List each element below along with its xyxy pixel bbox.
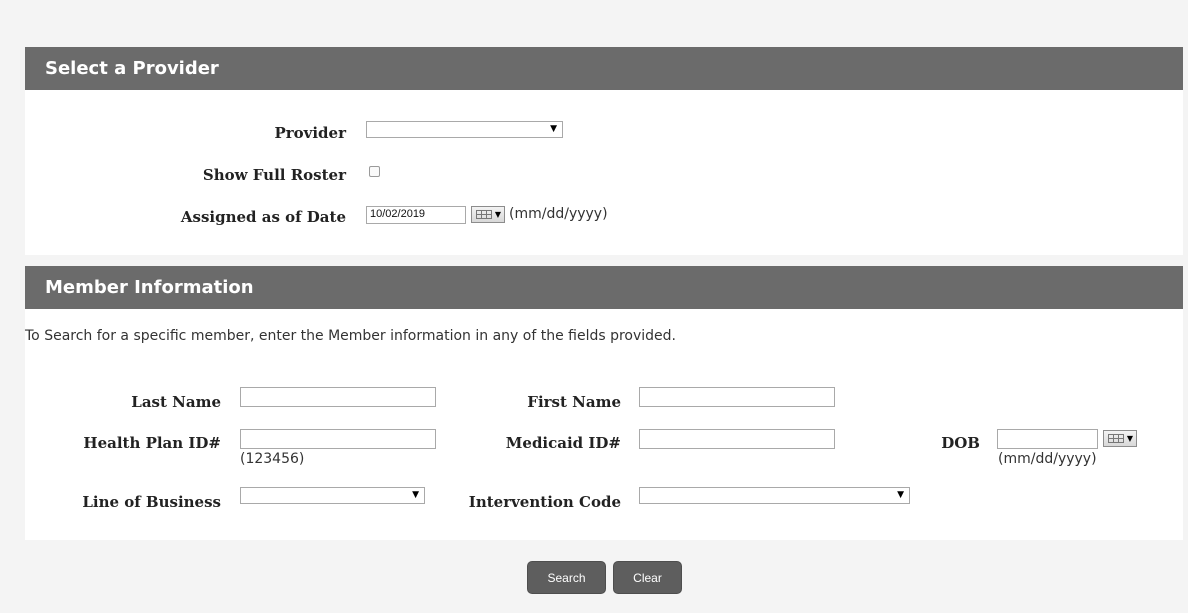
dob-format-hint: (mm/dd/yyyy): [998, 451, 1097, 467]
intervention-code-select[interactable]: ▼: [639, 487, 910, 504]
member-instructions: To Search for a specific member, enter t…: [25, 328, 676, 344]
assigned-date-label: Assigned as of Date: [180, 208, 346, 226]
medicaid-id-input[interactable]: [639, 429, 835, 449]
assigned-date-input[interactable]: 10/02/2019: [366, 206, 466, 224]
line-of-business-label: Line of Business: [82, 493, 221, 511]
assigned-date-calendar-button[interactable]: ▼: [471, 206, 505, 223]
dob-calendar-button[interactable]: ▼: [1103, 430, 1137, 447]
chevron-down-icon: ▼: [897, 490, 904, 500]
provider-select[interactable]: ▼: [366, 121, 563, 138]
health-plan-id-hint: (123456): [240, 451, 305, 467]
clear-button[interactable]: Clear: [613, 561, 682, 594]
chevron-down-icon: ▼: [550, 124, 557, 134]
calendar-icon: [476, 210, 492, 219]
first-name-input[interactable]: [639, 387, 835, 407]
provider-section-title: Select a Provider: [25, 47, 1183, 90]
member-section-title: Member Information: [25, 266, 1183, 309]
intervention-code-label: Intervention Code: [468, 493, 621, 511]
chevron-down-icon: ▼: [494, 210, 501, 219]
health-plan-id-label: Health Plan ID#: [83, 434, 221, 452]
last-name-label: Last Name: [131, 393, 221, 411]
dob-label: DOB: [941, 434, 980, 452]
show-full-roster-checkbox[interactable]: [369, 166, 380, 177]
provider-label: Provider: [274, 124, 346, 142]
chevron-down-icon: ▼: [1126, 434, 1133, 443]
line-of-business-select[interactable]: ▼: [240, 487, 425, 504]
assigned-date-format-hint: (mm/dd/yyyy): [509, 206, 608, 222]
health-plan-id-input[interactable]: [240, 429, 436, 449]
calendar-icon: [1108, 434, 1124, 443]
last-name-input[interactable]: [240, 387, 436, 407]
search-button[interactable]: Search: [527, 561, 606, 594]
medicaid-id-label: Medicaid ID#: [505, 434, 621, 452]
dob-input[interactable]: [997, 429, 1098, 449]
chevron-down-icon: ▼: [412, 490, 419, 500]
first-name-label: First Name: [527, 393, 621, 411]
show-full-roster-label: Show Full Roster: [202, 166, 346, 184]
